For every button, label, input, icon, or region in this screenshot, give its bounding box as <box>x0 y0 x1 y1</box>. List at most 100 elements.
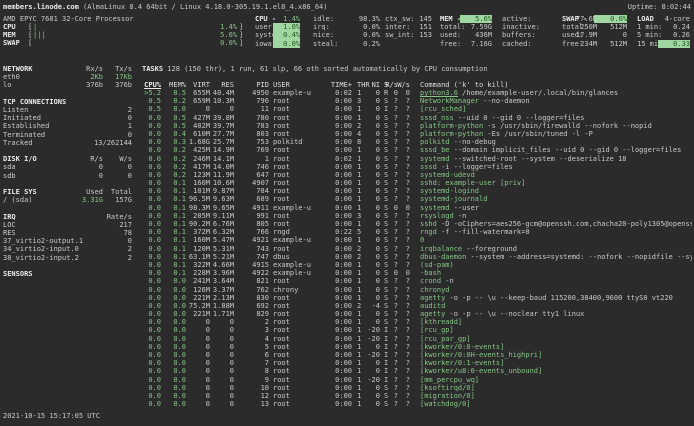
proc-res: 0 <box>202 105 234 113</box>
col-res[interactable]: RES <box>202 81 234 89</box>
proc-threads: 1 <box>357 261 361 269</box>
proc-cpu: 0.0 <box>120 384 161 392</box>
proc-threads: 1 <box>357 392 361 400</box>
proc-command-name: irqbalance <box>420 245 462 253</box>
col-pid[interactable]: PID <box>237 81 269 89</box>
proc-command-name: 0 <box>420 236 424 244</box>
proc-user: root <box>273 245 290 253</box>
cpu-stats-row: iowait: 0.0% steal: 0.2% <box>255 40 435 48</box>
proc-cpu: 0.5 <box>120 105 161 113</box>
proc-user: root <box>273 335 290 343</box>
proc-pid: 3 <box>237 326 269 334</box>
process-row: 0.0 0.1 101M 9.87M 784 root 0:00 1 0 S ?… <box>0 187 694 195</box>
proc-cpu: 0.5 <box>120 97 161 105</box>
proc-nice: 0 <box>362 318 380 326</box>
proc-pid: 2 <box>237 318 269 326</box>
proc-res: 3.64M <box>202 277 234 285</box>
proc-res: 0 <box>202 359 234 367</box>
proc-pid: 805 <box>237 220 269 228</box>
proc-command-args: -n <box>441 277 454 285</box>
proc-res: 0 <box>202 400 234 408</box>
proc-time: 0:00 <box>318 195 352 203</box>
proc-user: root <box>273 114 290 122</box>
proc-user: example-u <box>273 236 311 244</box>
proc-time: 0:00 <box>318 376 352 384</box>
proc-threads: 1 <box>357 236 361 244</box>
proc-time: 0:00 <box>318 359 352 367</box>
proc-command: platform-python -s /usr/sbin/firewalld -… <box>420 122 692 130</box>
proc-nice: 0 <box>362 130 380 138</box>
proc-cpu: 0.0 <box>120 155 161 163</box>
proc-command: sssd_be --domain implicit_files --uid 0 … <box>420 146 692 154</box>
proc-nice: -4 <box>362 302 380 310</box>
swap-stats-row: total: 512M <box>562 23 632 31</box>
proc-write-rate: ? <box>397 294 410 302</box>
proc-time: 0:02 <box>318 155 352 163</box>
col-cpu[interactable]: CPU% <box>120 81 161 89</box>
proc-command: (sd-pam) <box>420 261 692 269</box>
proc-threads: 2 <box>357 245 361 253</box>
proc-command: [rcu_par_gp] <box>420 335 692 343</box>
col-ws[interactable]: W/s <box>397 81 410 89</box>
proc-cpu: 0.0 <box>120 220 161 228</box>
proc-threads: 1 <box>357 269 361 277</box>
proc-cpu: >5.2 <box>120 89 161 97</box>
proc-time: 0:00 <box>318 204 352 212</box>
proc-write-rate: ? <box>397 171 410 179</box>
proc-user: root <box>273 163 290 171</box>
swap-stat-value: 512M <box>594 23 627 31</box>
proc-user: root <box>273 179 290 187</box>
process-row: 0.0 0.1 205M 9.11M 991 root 0:00 3 0 S ?… <box>0 212 694 220</box>
proc-res: 6.76M <box>202 220 234 228</box>
proc-res: 11.9M <box>202 171 234 179</box>
proc-write-rate: ? <box>397 187 410 195</box>
col-ni[interactable]: NI <box>362 81 380 89</box>
uptime: Uptime:8:02:44 <box>560 3 691 11</box>
proc-nice: -20 <box>362 326 380 334</box>
proc-res: 5.31M <box>202 245 234 253</box>
col-time[interactable]: TIME+ <box>318 81 352 89</box>
proc-pid: 692 <box>237 302 269 310</box>
mem-stat-value-1: 5.6% <box>460 15 492 23</box>
proc-user: root <box>273 155 290 163</box>
col-command[interactable]: Command ('k' to kill) <box>420 81 692 89</box>
proc-pid: 11 <box>237 105 269 113</box>
proc-write-rate: ? <box>397 146 410 154</box>
col-user[interactable]: USER <box>273 81 290 89</box>
proc-nice: 0 <box>362 138 380 146</box>
proc-user: rngd <box>273 228 290 236</box>
load-stat-label: LOAD <box>637 15 654 23</box>
proc-user: root <box>273 220 290 228</box>
mem-stat-value-1: 7.16G <box>460 40 492 48</box>
swap-stat-value: 0.0% <box>594 15 627 23</box>
proc-command: sssd -i --logger=files <box>420 163 692 171</box>
proc-cpu: 0.0 <box>120 269 161 277</box>
tasks-title: TASKS <box>142 65 163 73</box>
proc-nice: 0 <box>362 400 380 408</box>
proc-command: irqbalance --foreground <box>420 245 692 253</box>
proc-threads: 1 <box>357 310 361 318</box>
cpu-stat-value-2: 0.0% <box>343 23 380 31</box>
proc-command-name: dbus-daemon <box>420 253 466 261</box>
proc-pid: 769 <box>237 146 269 154</box>
proc-res: 25.7M <box>202 138 234 146</box>
proc-pid: 1 <box>237 155 269 163</box>
process-row: 0.0 0.1 90.2M 6.76M 805 root 0:00 1 0 S … <box>0 220 694 228</box>
proc-time: 0:00 <box>318 171 352 179</box>
proc-res: 39.8M <box>202 114 234 122</box>
mem-stat-label-2: cached: <box>502 40 532 48</box>
proc-threads: 1 <box>357 367 361 375</box>
proc-res: 9.65M <box>202 204 234 212</box>
glances-terminal[interactable]: members.linode.com(AlmaLinux 8.4 64bit /… <box>0 0 694 426</box>
title-bar: members.linode.com(AlmaLinux 8.4 64bit /… <box>0 3 694 11</box>
proc-command-name: systemd-udevd <box>420 171 475 179</box>
process-row: 0.0 0.0 0 0 10 root 0:00 1 0 S ? ? [ksof… <box>0 384 694 392</box>
proc-res: 0 <box>202 351 234 359</box>
cpu-stat-label-2: steal: <box>313 40 338 48</box>
proc-cpu: 0.0 <box>120 326 161 334</box>
proc-pid: 689 <box>237 195 269 203</box>
proc-cpu: 0.0 <box>120 318 161 326</box>
cpu-stats-row: user: 1.0% irq: 0.0% inter: 151 <box>255 23 435 31</box>
proc-nice: 0 <box>362 146 380 154</box>
proc-threads: 1 <box>357 351 361 359</box>
